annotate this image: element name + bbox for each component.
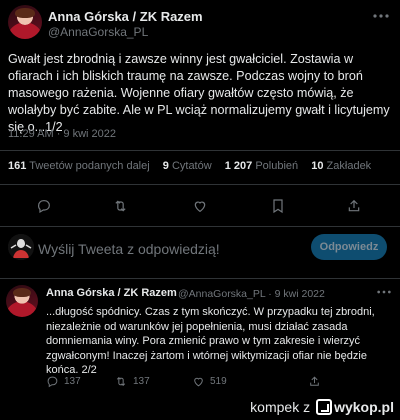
- tweet-stats: 161 Tweetów podanych dalej 9 Cytatów 1 2…: [8, 160, 371, 172]
- reply-input[interactable]: Wyślij Tweeta z odpowiedzią!: [38, 241, 220, 257]
- retweet-icon[interactable]: [110, 196, 130, 216]
- quotes-stat[interactable]: 9 Cytatów: [163, 160, 212, 172]
- reply-tweet-actions: 137 137 519: [46, 375, 394, 391]
- reply-retweet-action[interactable]: 137: [114, 375, 150, 388]
- reply-author-name[interactable]: Anna Górska / ZK Razem: [46, 287, 177, 299]
- retweet-count: 137: [133, 376, 150, 387]
- reply-share-action[interactable]: [308, 375, 321, 388]
- reply-composer: Wyślij Tweeta z odpowiedzią! Odpowiedz: [0, 226, 400, 270]
- author-avatar[interactable]: [8, 5, 42, 39]
- bookmarks-stat[interactable]: 10 Zakładek: [311, 160, 371, 172]
- tweet-timestamp[interactable]: 11:29 AM · 9 kwi 2022: [8, 128, 116, 140]
- likes-stat[interactable]: 1 207 Polubień: [225, 160, 298, 172]
- reply-button[interactable]: Odpowiedz: [311, 234, 387, 260]
- reply-like-action[interactable]: 519: [192, 375, 227, 388]
- bookmark-icon[interactable]: [268, 196, 288, 216]
- wykop-logo: wykop.pl: [314, 399, 394, 415]
- author-handle[interactable]: @AnnaGorska_PL: [48, 25, 148, 39]
- reply-author-avatar[interactable]: [6, 285, 38, 317]
- reply-icon: [47, 376, 58, 388]
- reply-tweet-text: ...długość spódnicy. Czas z tym skończyć…: [46, 306, 375, 376]
- reply-reply-action[interactable]: 137: [46, 375, 81, 388]
- like-icon[interactable]: [190, 196, 210, 216]
- reply-icon[interactable]: [34, 196, 54, 216]
- divider: [0, 150, 400, 151]
- share-icon[interactable]: [344, 196, 364, 216]
- watermark: kompek z wykop.pl: [0, 394, 400, 420]
- like-count: 519: [210, 376, 227, 387]
- reply-handle-time[interactable]: @AnnaGorska_PL · 9 kwi 2022: [178, 288, 325, 300]
- like-icon: [194, 377, 203, 387]
- tweet-actions: [0, 196, 400, 216]
- reply-count: 137: [64, 376, 81, 387]
- author-name[interactable]: Anna Górska / ZK Razem: [48, 9, 203, 24]
- reply-more-options-icon[interactable]: [376, 284, 392, 300]
- retweets-stat[interactable]: 161 Tweetów podanych dalej: [8, 160, 150, 172]
- divider: [0, 278, 400, 279]
- divider: [0, 184, 400, 185]
- tweet-text: Gwałt jest zbrodnią i zawsze winny jest …: [8, 52, 390, 134]
- watermark-prefix: kompek z: [250, 399, 311, 415]
- wykop-logo-icon: [316, 399, 333, 415]
- more-options-icon[interactable]: [372, 8, 390, 24]
- retweet-icon: [116, 377, 126, 386]
- current-user-avatar[interactable]: [8, 234, 34, 260]
- share-icon: [310, 376, 319, 386]
